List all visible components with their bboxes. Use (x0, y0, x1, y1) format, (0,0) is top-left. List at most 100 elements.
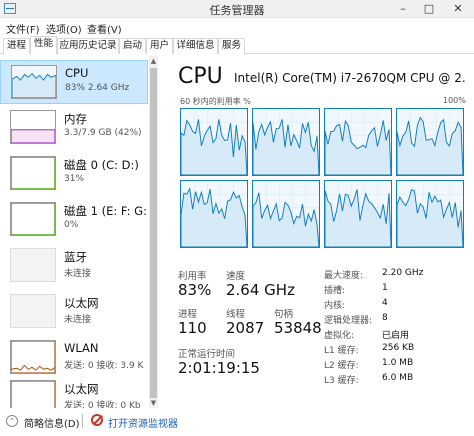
sidebar-item-bluetooth[interactable]: 蓝牙 未连接 (0, 244, 148, 288)
cpu-model-name: Intel(R) Core(TM) i7-2670QM CPU @ 2. (234, 71, 466, 85)
l1-cache-label: L1 缓存: (324, 346, 359, 356)
logical-processor-graph (252, 108, 320, 176)
sidebar-item-cpu[interactable]: CPU 83% 2.64 GHz (0, 60, 148, 104)
uptime-value: 2:01:19:15 (178, 359, 260, 377)
sidebar-item-status: 31% (64, 174, 85, 184)
ethernet-mini-graph (10, 294, 56, 328)
sidebar-item-label: CPU (65, 66, 89, 80)
sidebar-item-status: 未连接 (64, 269, 92, 279)
l1-cache-value: 256 KB (382, 343, 415, 353)
minimize-button[interactable]: – (390, 0, 416, 18)
sidebar-item-status: 83% 2.64 GHz (65, 83, 130, 93)
scroll-down-arrow-icon[interactable]: ▼ (149, 398, 158, 408)
threads-label: 线程 (226, 309, 246, 320)
handles-value: 53848 (274, 319, 322, 337)
l2-cache-value: 1.0 MB (382, 358, 414, 368)
virtualization-label: 虚拟化: (324, 331, 355, 341)
bluetooth-mini-graph (10, 248, 56, 282)
cpu-activity-trace (325, 189, 391, 247)
page-title: CPU (178, 64, 223, 89)
task-manager-icon (4, 3, 16, 14)
wlan-mini-graph (10, 340, 56, 374)
sidebar-scrollbar[interactable]: ▲ ▼ (149, 56, 158, 408)
cpu-activity-trace (253, 192, 319, 247)
utilization-value: 83% (178, 281, 212, 299)
sidebar-item-status: 发送: 0 接收: 0 Kb (64, 401, 141, 408)
disk-1-mini-graph (10, 202, 56, 236)
sidebar-item-status: 未连接 (64, 315, 92, 325)
resource-monitor-icon[interactable] (91, 414, 103, 426)
max-speed-value: 2.20 GHz (382, 268, 424, 278)
menu-options[interactable]: 选项(O) (46, 21, 82, 36)
tab-processes[interactable]: 进程 (3, 38, 30, 54)
sidebar-item-disk-1[interactable]: 磁盘 1 (E: F: G: 0% (0, 198, 148, 242)
tab-performance[interactable]: 性能 (30, 36, 57, 55)
processes-value: 110 (178, 319, 207, 337)
max-speed-label: 最大速度: (324, 271, 364, 281)
menu-view[interactable]: 查看(V) (87, 21, 122, 36)
cpu-mini-graph (11, 65, 57, 99)
logical-processor-graph (396, 108, 464, 176)
sidebar-item-memory[interactable]: 内存 3.3/7.9 GB (42%) (0, 106, 148, 150)
l3-cache-value: 6.0 MB (382, 373, 414, 383)
close-button[interactable]: ✕ (442, 0, 474, 18)
memory-mini-graph-area (11, 129, 55, 143)
handles-label: 句柄 (274, 309, 294, 320)
resource-sidebar: CPU 83% 2.64 GHz 内存 3.3/7.9 GB (42%) 磁盘 … (0, 56, 158, 408)
sidebar-item-label: 磁盘 0 (C: D:) (64, 158, 139, 172)
sidebar-item-status: 3.3/7.9 GB (42%) (64, 128, 142, 138)
tab-users[interactable]: 用户 (146, 38, 173, 54)
sidebar-item-wlan[interactable]: WLAN 发送: 0 接收: 3.9 K (0, 336, 148, 380)
utilization-label: 利用率 (178, 271, 207, 282)
sockets-label: 插槽: (324, 286, 346, 296)
logical-processor-graph (180, 108, 248, 176)
sidebar-item-ethernet-2[interactable]: 以太网 发送: 0 接收: 0 Kb (0, 376, 148, 408)
memory-mini-graph (10, 110, 56, 144)
l3-cache-label: L3 缓存: (324, 376, 359, 386)
scrollbar-thumb[interactable] (150, 68, 157, 398)
speed-label: 速度 (226, 271, 246, 282)
logical-processors-value: 8 (382, 313, 388, 323)
cpu-activity-trace (253, 119, 319, 175)
maximize-button[interactable]: □ (416, 0, 442, 18)
logical-processor-graph (324, 180, 392, 248)
speed-value: 2.64 GHz (226, 281, 295, 299)
cpu-activity-trace (181, 187, 247, 247)
cpu-activity-trace (397, 188, 463, 247)
tab-startup[interactable]: 启动 (119, 38, 146, 54)
sidebar-item-label: 以太网 (64, 296, 99, 310)
sidebar-item-label: 内存 (64, 112, 87, 126)
sidebar-item-label: 以太网 (64, 382, 99, 396)
cpu-activity-trace (325, 119, 391, 175)
sidebar-item-ethernet[interactable]: 以太网 未连接 (0, 290, 148, 334)
sidebar-item-disk-0[interactable]: 磁盘 0 (C: D:) 31% (0, 152, 148, 196)
logical-processor-graph (396, 180, 464, 248)
cpu-activity-trace (181, 119, 247, 175)
sidebar-item-label: 磁盘 1 (E: F: G: (64, 204, 147, 218)
processes-label: 进程 (178, 309, 198, 320)
menu-file[interactable]: 文件(F) (6, 21, 40, 36)
l2-cache-label: L2 缓存: (324, 361, 359, 371)
sidebar-item-label: WLAN (64, 341, 99, 355)
cpu-activity-trace (397, 116, 463, 175)
tab-app-history[interactable]: 应用历史记录 (57, 38, 119, 54)
sidebar-item-status: 发送: 0 接收: 3.9 K (64, 361, 144, 371)
menu-bar: 文件(F) 选项(O) 查看(V) (0, 18, 474, 36)
chevron-up-icon[interactable]: ⌃ (6, 415, 18, 427)
scroll-up-arrow-icon[interactable]: ▲ (149, 56, 158, 66)
tab-services[interactable]: 服务 (218, 38, 245, 54)
cpu-detail-pane: CPU Intel(R) Core(TM) i7-2670QM CPU @ 2.… (172, 56, 474, 408)
window-title: 任务管理器 (209, 4, 265, 17)
sockets-value: 1 (382, 283, 388, 293)
graph-max-label: 100% (443, 96, 466, 105)
sidebar-item-label: 蓝牙 (64, 250, 87, 264)
footer-divider (82, 414, 83, 428)
uptime-label: 正常运行时间 (178, 349, 236, 360)
tab-details[interactable]: 详细信息 (173, 38, 218, 54)
logical-processors-label: 逻辑处理器: (324, 316, 373, 326)
logical-processor-graph (180, 180, 248, 248)
open-resource-monitor-link[interactable]: 打开资源监视器 (108, 415, 178, 430)
virtualization-value: 已启用 (382, 331, 410, 341)
fewer-details-link[interactable]: 简略信息(D) (24, 415, 80, 430)
cores-label: 内核: (324, 301, 346, 311)
